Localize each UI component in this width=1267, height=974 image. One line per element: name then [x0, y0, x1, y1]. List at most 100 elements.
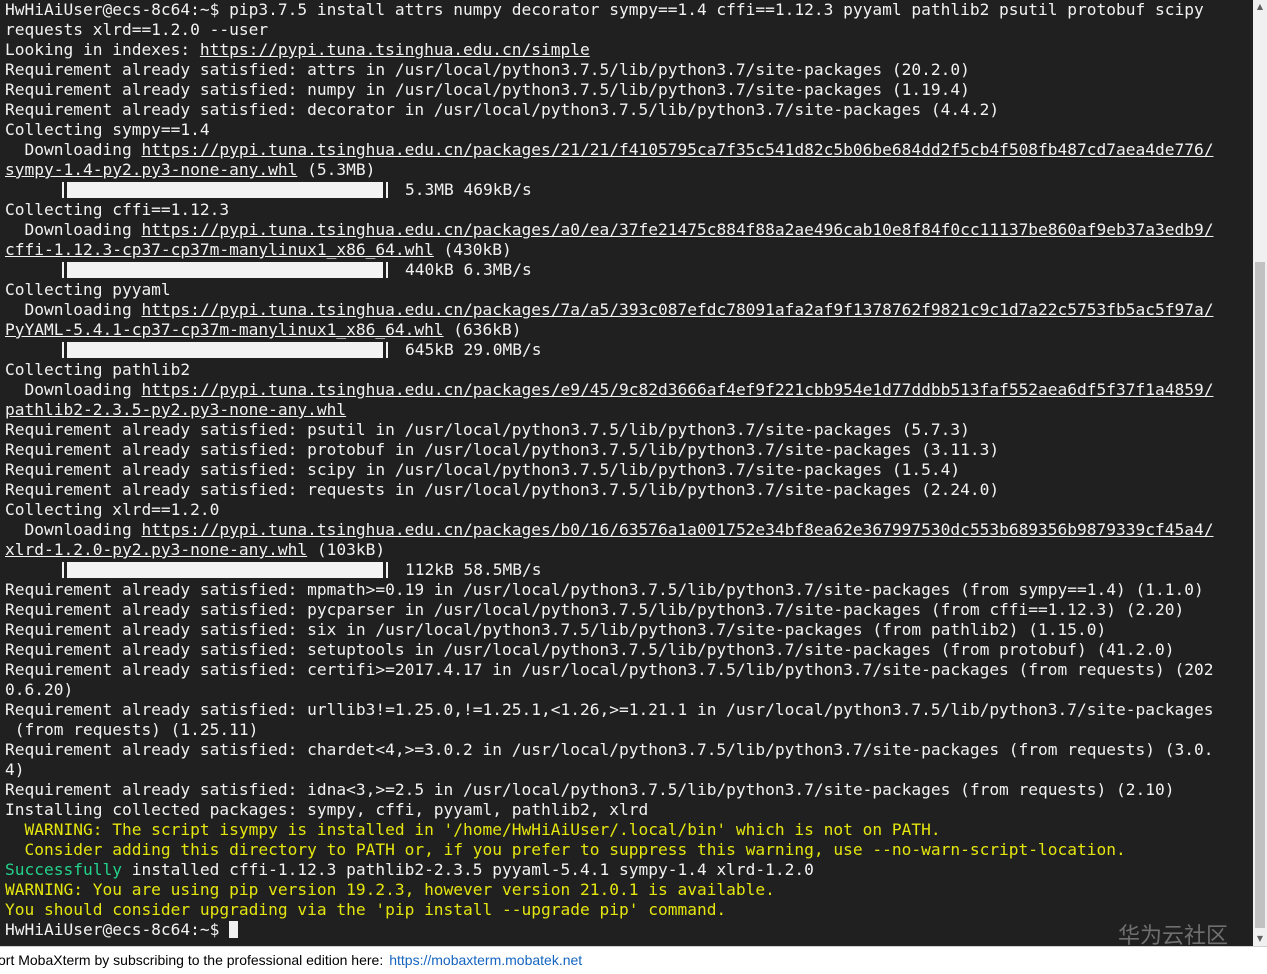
terminal-line: Requirement already satisfied: requests …: [5, 480, 1213, 500]
terminal-line-text: Requirement already satisfied: pycparser…: [5, 600, 1185, 619]
terminal-line: Requirement already satisfied: idna<3,>=…: [5, 780, 1213, 800]
terminal-line-text: Downloading: [5, 520, 142, 539]
terminal-url-link[interactable]: https://pypi.tuna.tsinghua.edu.cn/simple: [200, 40, 590, 59]
terminal-line-text: Requirement already satisfied: mpmath>=0…: [5, 580, 1204, 599]
terminal-line-text: (103kB): [307, 540, 386, 559]
terminal-line: 4): [5, 760, 1213, 780]
terminal-line-text: Downloading: [5, 380, 142, 399]
warning-text: You should consider upgrading via the 'p…: [5, 900, 727, 919]
terminal-line: HwHiAiUser@ecs-8c64:~$: [5, 920, 1213, 940]
terminal-url-link[interactable]: https://pypi.tuna.tsinghua.edu.cn/packag…: [141, 220, 1213, 239]
status-bar-link[interactable]: https://mobaxterm.mobatek.net: [389, 952, 582, 968]
terminal-line: 440kB 6.3MB/s: [5, 260, 1213, 280]
terminal-line: Downloading https://pypi.tuna.tsinghua.e…: [5, 520, 1213, 540]
shell-prompt: HwHiAiUser@ecs-8c64:~$: [5, 920, 230, 939]
terminal-line: Requirement already satisfied: decorator…: [5, 100, 1213, 120]
warning-text: WARNING: You are using pip version 19.2.…: [5, 880, 775, 899]
terminal-line-text: Collecting sympy==1.4: [5, 120, 210, 139]
terminal-line: Looking in indexes: https://pypi.tuna.ts…: [5, 40, 1213, 60]
terminal-line: sympy-1.4-py2.py3-none-any.whl (5.3MB): [5, 160, 1213, 180]
terminal-line-text: Requirement already satisfied: six in /u…: [5, 620, 1107, 639]
terminal-url-link[interactable]: xlrd-1.2.0-py2.py3-none-any.whl: [5, 540, 307, 559]
terminal-line-text: requests xlrd==1.2.0 --user: [5, 20, 269, 39]
terminal-url-link[interactable]: https://pypi.tuna.tsinghua.edu.cn/packag…: [141, 520, 1213, 539]
terminal-line: pathlib2-2.3.5-py2.py3-none-any.whl: [5, 400, 1213, 420]
terminal-line-text: Downloading: [5, 300, 142, 319]
terminal-line: Collecting xlrd==1.2.0: [5, 500, 1213, 520]
terminal-line: Requirement already satisfied: attrs in …: [5, 60, 1213, 80]
terminal-lines: HwHiAiUser@ecs-8c64:~$ pip3.7.5 install …: [5, 0, 1213, 940]
terminal-line-text: Requirement already satisfied: urllib3!=…: [5, 700, 1214, 719]
terminal-url-link[interactable]: https://pypi.tuna.tsinghua.edu.cn/packag…: [141, 300, 1213, 319]
terminal-line: 5.3MB 469kB/s: [5, 180, 1213, 200]
terminal-line: Requirement already satisfied: certifi>=…: [5, 660, 1213, 680]
warning-text: WARNING: The script isympy is installed …: [5, 820, 941, 839]
terminal-line-text: Requirement already satisfied: attrs in …: [5, 60, 970, 79]
terminal-line-text: installed cffi-1.12.3 pathlib2-2.3.5 pyy…: [121, 860, 814, 879]
scroll-up-arrow-icon[interactable]: ▲: [1253, 0, 1267, 14]
download-progress-bar: [62, 262, 388, 278]
terminal-line: requests xlrd==1.2.0 --user: [5, 20, 1213, 40]
terminal-url-link[interactable]: pathlib2-2.3.5-py2.py3-none-any.whl: [5, 400, 346, 419]
terminal-line-text: (from requests) (1.25.11): [5, 720, 259, 739]
terminal-line: Requirement already satisfied: scipy in …: [5, 460, 1213, 480]
warning-text: Consider adding this directory to PATH o…: [5, 840, 1126, 859]
terminal-line: Consider adding this directory to PATH o…: [5, 840, 1213, 860]
status-bar: ort MobaXterm by subscribing to the prof…: [0, 946, 1267, 974]
terminal-line-text: Collecting xlrd==1.2.0: [5, 500, 220, 519]
terminal-line-text: Requirement already satisfied: psutil in…: [5, 420, 970, 439]
terminal-line: WARNING: The script isympy is installed …: [5, 820, 1213, 840]
terminal-url-link[interactable]: sympy-1.4-py2.py3-none-any.whl: [5, 160, 297, 179]
terminal-line-text: Requirement already satisfied: setuptool…: [5, 640, 1175, 659]
scrollbar-thumb[interactable]: [1255, 262, 1265, 928]
terminal-line-text: Requirement already satisfied: requests …: [5, 480, 1000, 499]
download-progress-bar: [62, 342, 388, 358]
terminal-url-link[interactable]: https://pypi.tuna.tsinghua.edu.cn/packag…: [141, 140, 1213, 159]
terminal-line: Requirement already satisfied: numpy in …: [5, 80, 1213, 100]
terminal-line: Requirement already satisfied: psutil in…: [5, 420, 1213, 440]
terminal-line-text: 4): [5, 760, 25, 779]
terminal-line: (from requests) (1.25.11): [5, 720, 1213, 740]
terminal-line: Downloading https://pypi.tuna.tsinghua.e…: [5, 140, 1213, 160]
download-progress-stats: 645kB 29.0MB/s: [405, 340, 542, 359]
terminal-line: Collecting cffi==1.12.3: [5, 200, 1213, 220]
download-progress-stats: 440kB 6.3MB/s: [405, 260, 532, 279]
terminal-line: PyYAML-5.4.1-cp37-cp37m-manylinux1_x86_6…: [5, 320, 1213, 340]
vertical-scrollbar[interactable]: ▲ ▼: [1253, 0, 1267, 946]
terminal-cursor: [229, 921, 239, 938]
terminal-line: 112kB 58.5MB/s: [5, 560, 1213, 580]
terminal-line: Requirement already satisfied: protobuf …: [5, 440, 1213, 460]
download-progress-stats: 5.3MB 469kB/s: [405, 180, 532, 199]
terminal-line-text: Collecting pathlib2: [5, 360, 191, 379]
terminal-line: Collecting sympy==1.4: [5, 120, 1213, 140]
terminal-line: Successfully installed cffi-1.12.3 pathl…: [5, 860, 1213, 880]
terminal-line-text: (636kB): [443, 320, 522, 339]
download-progress-stats: 112kB 58.5MB/s: [405, 560, 542, 579]
terminal-line-text: Requirement already satisfied: decorator…: [5, 100, 1000, 119]
terminal-url-link[interactable]: cffi-1.12.3-cp37-cp37m-manylinux1_x86_64…: [5, 240, 434, 259]
terminal-line-text: Collecting cffi==1.12.3: [5, 200, 230, 219]
terminal-url-link[interactable]: PyYAML-5.4.1-cp37-cp37m-manylinux1_x86_6…: [5, 320, 444, 339]
terminal-line: 0.6.20): [5, 680, 1213, 700]
terminal-line-text: Requirement already satisfied: scipy in …: [5, 460, 961, 479]
terminal-line-text: Looking in indexes:: [5, 40, 200, 59]
terminal-line: HwHiAiUser@ecs-8c64:~$ pip3.7.5 install …: [5, 0, 1213, 20]
terminal-line-text: Requirement already satisfied: numpy in …: [5, 80, 970, 99]
scroll-down-arrow-icon[interactable]: ▼: [1253, 932, 1267, 946]
terminal-line-text: 0.6.20): [5, 680, 74, 699]
terminal-line: Requirement already satisfied: six in /u…: [5, 620, 1213, 640]
terminal-line: You should consider upgrading via the 'p…: [5, 900, 1213, 920]
terminal-line: Requirement already satisfied: mpmath>=0…: [5, 580, 1213, 600]
terminal-line: Installing collected packages: sympy, cf…: [5, 800, 1213, 820]
terminal-line-text: Collecting pyyaml: [5, 280, 171, 299]
terminal-line: Downloading https://pypi.tuna.tsinghua.e…: [5, 220, 1213, 240]
terminal-line-text: Requirement already satisfied: certifi>=…: [5, 660, 1214, 679]
terminal-line: Downloading https://pypi.tuna.tsinghua.e…: [5, 380, 1213, 400]
terminal-line: WARNING: You are using pip version 19.2.…: [5, 880, 1213, 900]
terminal-output[interactable]: HwHiAiUser@ecs-8c64:~$ pip3.7.5 install …: [0, 0, 1253, 946]
terminal-line: Requirement already satisfied: urllib3!=…: [5, 700, 1213, 720]
terminal-url-link[interactable]: https://pypi.tuna.tsinghua.edu.cn/packag…: [141, 380, 1213, 399]
terminal-line-text: Requirement already satisfied: chardet<4…: [5, 740, 1214, 759]
download-progress-bar: [62, 182, 388, 198]
terminal-line: Collecting pyyaml: [5, 280, 1213, 300]
